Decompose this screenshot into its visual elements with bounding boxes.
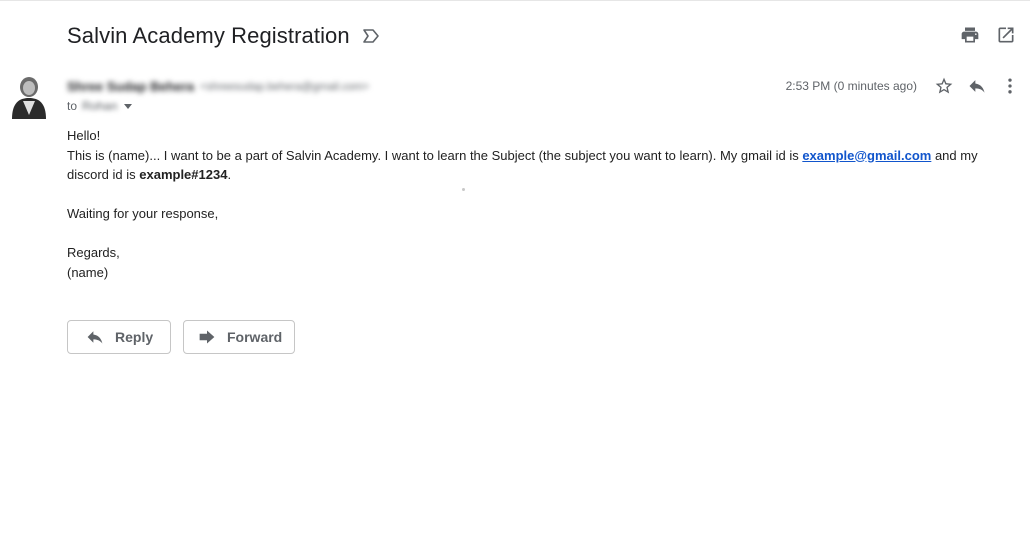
- thread-actions: [960, 25, 1016, 45]
- discord-id: example#1234: [139, 167, 228, 182]
- email-subject: Salvin Academy Registration: [67, 23, 350, 48]
- message-meta: 2:53 PM (0 minutes ago): [786, 76, 1020, 96]
- waiting-line: Waiting for your response,: [67, 206, 219, 221]
- reply-icon[interactable]: [967, 76, 987, 96]
- to-label: to: [67, 99, 78, 113]
- recipient-name: Rohan: [82, 99, 118, 113]
- regards-line: Regards,: [67, 245, 120, 260]
- avatar: [9, 75, 49, 119]
- important-marker-icon[interactable]: [362, 27, 380, 45]
- message-time: 2:53 PM (0 minutes ago): [785, 79, 917, 93]
- star-icon[interactable]: [934, 76, 954, 96]
- reply-button[interactable]: Reply: [67, 320, 171, 354]
- recipient-line: to Rohan: [67, 99, 133, 113]
- top-divider: [0, 0, 1030, 1]
- reply-icon: [85, 328, 105, 346]
- body-text-end: .: [227, 167, 232, 182]
- body-paragraph: This is (name)... I want to be a part of…: [67, 146, 1002, 185]
- forward-button-label: Forward: [227, 329, 283, 345]
- signature-line: (name): [67, 264, 109, 280]
- sender-name[interactable]: Shree Sudap Behera: [67, 79, 194, 94]
- gmail-link[interactable]: example@gmail.com: [802, 148, 931, 163]
- reply-forward-bar: Reply Forward: [67, 320, 295, 354]
- forward-icon: [197, 328, 217, 346]
- show-details-chevron-down-icon[interactable]: [124, 103, 133, 109]
- forward-button[interactable]: Forward: [183, 320, 295, 354]
- reply-button-label: Reply: [115, 329, 154, 345]
- subject-row: Salvin Academy Registration: [67, 20, 380, 52]
- loading-dot: [462, 188, 465, 191]
- sender-line: Shree Sudap Behera <shreesudap.behera@gm…: [67, 79, 369, 94]
- greeting: Hello!: [67, 128, 101, 143]
- print-icon[interactable]: [960, 25, 980, 45]
- body-text-part1: This is (name)... I want to be a part of…: [67, 147, 803, 163]
- open-in-new-window-icon[interactable]: [996, 25, 1016, 45]
- more-vertical-icon[interactable]: [1000, 76, 1020, 96]
- email-body: Hello! This is (name)... I want to be a …: [67, 126, 1002, 282]
- sender-email: <shreesudap.behera@gmail.com>: [200, 80, 370, 93]
